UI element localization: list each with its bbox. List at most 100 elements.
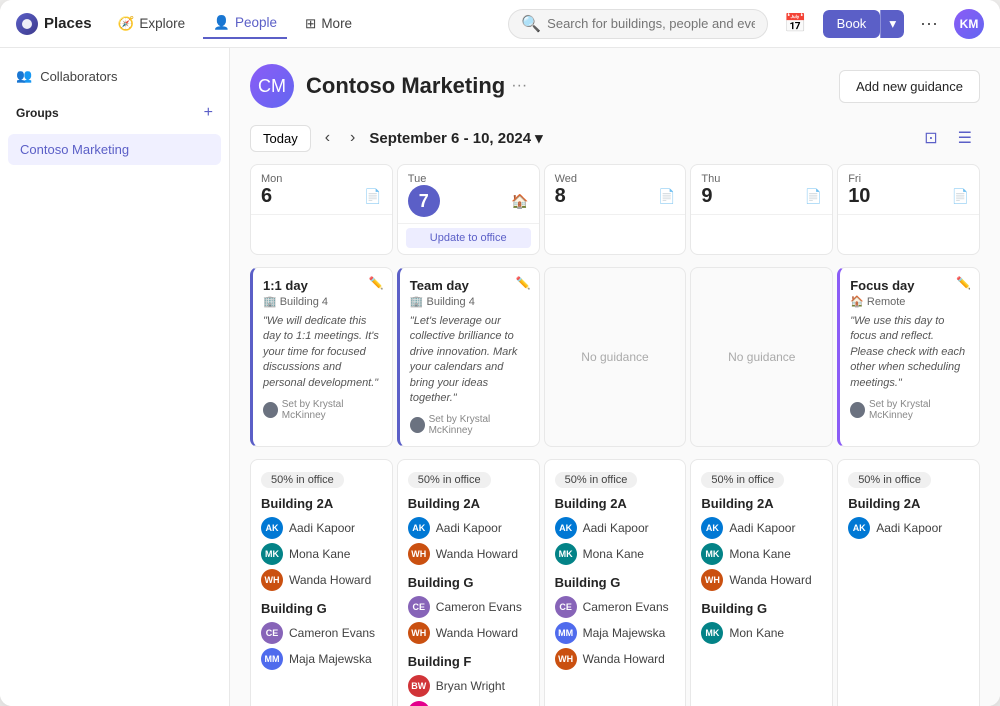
avatar: AK — [848, 517, 870, 539]
explore-icon: 🧭 — [118, 16, 135, 32]
doc-icon-fri: 📄 — [952, 188, 969, 205]
nav-more[interactable]: ⊞ More — [295, 10, 362, 38]
guidance-card-tue: ✏️ Team day 🏢 Building 4 "Let's leverage… — [397, 267, 540, 447]
avatar: RB — [408, 701, 430, 706]
next-week-button[interactable]: › — [344, 127, 361, 149]
building-icon-tue: 🏢 — [410, 295, 424, 308]
nav-people[interactable]: 👤 People — [203, 9, 287, 39]
nav-explore[interactable]: 🧭 Explore — [108, 10, 196, 38]
list-item: WHWanda Howard — [408, 541, 529, 567]
day-num-fri: 10 📄 — [848, 185, 969, 208]
day-col-mon: Mon 6 📄 — [250, 164, 393, 255]
avatar: CE — [261, 622, 283, 644]
sidebar-item-contoso-marketing[interactable]: Contoso Marketing — [8, 134, 221, 165]
today-button[interactable]: Today — [250, 125, 311, 152]
list-item: WHWanda Howard — [555, 646, 676, 672]
update-to-office-button[interactable]: Update to office — [406, 228, 531, 248]
day-name-fri: Fri — [848, 173, 969, 185]
people-col-thu: 50% in office Building 2A AKAadi Kapoor … — [690, 459, 833, 706]
edit-icon-tue[interactable]: ✏️ — [516, 276, 531, 290]
office-badge-thu: 50% in office — [701, 472, 784, 488]
content-area: CM Contoso Marketing ··· Add new guidanc… — [230, 48, 1000, 706]
guidance-quote-tue: "Let's leverage our collective brillianc… — [410, 314, 529, 406]
guidance-cards: ✏️ 1:1 day 🏢 Building 4 "We will dedicat… — [250, 267, 980, 447]
doc-icon-thu: 📄 — [805, 188, 822, 205]
list-item: CECameron Evans — [408, 594, 529, 620]
list-item: MKMona Kane — [701, 541, 822, 567]
search-bar[interactable]: 🔍 — [508, 9, 768, 39]
list-item: AKAadi Kapoor — [408, 515, 529, 541]
list-item: MMMaja Majewska — [261, 646, 382, 672]
people-col-mon: 50% in office Building 2A AKAadi Kapoor … — [250, 459, 393, 706]
building-2a-mon: Building 2A AKAadi Kapoor MKMona Kane WH… — [261, 496, 382, 593]
people-icon: 👤 — [213, 15, 230, 31]
calendar-icon-button[interactable]: 📅 — [776, 9, 814, 38]
avatar: WH — [555, 648, 577, 670]
office-badge-wed: 50% in office — [555, 472, 638, 488]
day-num-mon: 6 📄 — [261, 185, 382, 208]
add-guidance-button[interactable]: Add new guidance — [839, 70, 980, 103]
group-options-button[interactable]: ··· — [511, 77, 527, 95]
day-name-mon: Mon — [261, 173, 382, 185]
building-2a-fri: Building 2A AKAadi Kapoor — [848, 496, 969, 541]
doc-icon-wed: 📄 — [658, 188, 675, 205]
overflow-menu-button[interactable]: ··· — [912, 9, 946, 38]
guidance-location-mon: 🏢 Building 4 — [263, 295, 382, 308]
office-badge-fri: 50% in office — [848, 472, 931, 488]
add-group-button[interactable]: + — [204, 104, 213, 122]
day-name-wed: Wed — [555, 173, 676, 185]
sidebar: 👥 Collaborators Groups + Contoso Marketi… — [0, 48, 230, 706]
book-dropdown-button[interactable]: ▾ — [880, 10, 904, 38]
avatar: WH — [408, 543, 430, 565]
avatar: WH — [408, 622, 430, 644]
list-item: MKMona Kane — [261, 541, 382, 567]
building-2a-thu: Building 2A AKAadi Kapoor MKMona Kane WH… — [701, 496, 822, 593]
guidance-setter-mon: Set by Krystal McKinney — [263, 399, 382, 421]
book-button[interactable]: Book — [823, 10, 881, 38]
day-header-fri: Fri 10 📄 — [838, 165, 979, 215]
list-item: MMMaja Majewska — [555, 620, 676, 646]
day-name-thu: Thu — [701, 173, 822, 185]
building-g-mon: Building G CECameron Evans MMMaja Majews… — [261, 601, 382, 672]
office-badge-tue: 50% in office — [408, 472, 491, 488]
day-num-wed: 8 📄 — [555, 185, 676, 208]
date-nav: Today ‹ › September 6 - 10, 2024 ▾ ⊡ ☰ — [250, 124, 980, 152]
date-range-label[interactable]: September 6 - 10, 2024 ▾ — [369, 129, 542, 147]
calendar-view-button[interactable]: ⊡ — [916, 124, 945, 152]
prev-week-button[interactable]: ‹ — [319, 127, 336, 149]
no-guidance-wed: No guidance — [581, 350, 648, 364]
day-col-thu: Thu 9 📄 — [690, 164, 833, 255]
list-view-button[interactable]: ☰ — [950, 124, 980, 152]
avatar: CE — [408, 596, 430, 618]
building-f-tue: Building F BWBryan Wright RBRuth Bengtss… — [408, 654, 529, 706]
search-input[interactable] — [547, 16, 755, 31]
setter-avatar-mon — [263, 402, 278, 418]
avatar: MM — [261, 648, 283, 670]
main-layout: 👥 Collaborators Groups + Contoso Marketi… — [0, 48, 1000, 706]
doc-icon-mon: 📄 — [364, 188, 381, 205]
list-item: BWBryan Wright — [408, 673, 529, 699]
list-item: AKAadi Kapoor — [555, 515, 676, 541]
list-item: CECameron Evans — [555, 594, 676, 620]
no-guidance-thu: No guidance — [728, 350, 795, 364]
list-item: AKAadi Kapoor — [848, 515, 969, 541]
guidance-setter-fri: Set by Krystal McKinney — [850, 399, 969, 421]
edit-icon-mon[interactable]: ✏️ — [369, 276, 384, 290]
day-header-wed: Wed 8 📄 — [545, 165, 686, 215]
avatar: AK — [261, 517, 283, 539]
top-nav: Places 🧭 Explore 👤 People ⊞ More 🔍 📅 Boo… — [0, 0, 1000, 48]
day-num-tue: 7 🏠 — [408, 185, 529, 217]
date-dropdown-icon: ▾ — [535, 129, 543, 147]
guidance-quote-fri: "We use this day to focus and reflect. P… — [850, 314, 969, 391]
sidebar-collaborators[interactable]: 👥 Collaborators — [8, 60, 221, 92]
avatar: MK — [555, 543, 577, 565]
avatar: AK — [555, 517, 577, 539]
edit-icon-fri[interactable]: ✏️ — [956, 276, 971, 290]
avatar[interactable]: KM — [954, 9, 984, 39]
collaborators-icon: 👥 — [16, 68, 32, 84]
day-num-thu: 9 📄 — [701, 185, 822, 208]
building-g-wed: Building G CECameron Evans MMMaja Majews… — [555, 575, 676, 672]
avatar: WH — [261, 569, 283, 591]
view-toggle: ⊡ ☰ — [916, 124, 980, 152]
day-header-mon: Mon 6 📄 — [251, 165, 392, 215]
